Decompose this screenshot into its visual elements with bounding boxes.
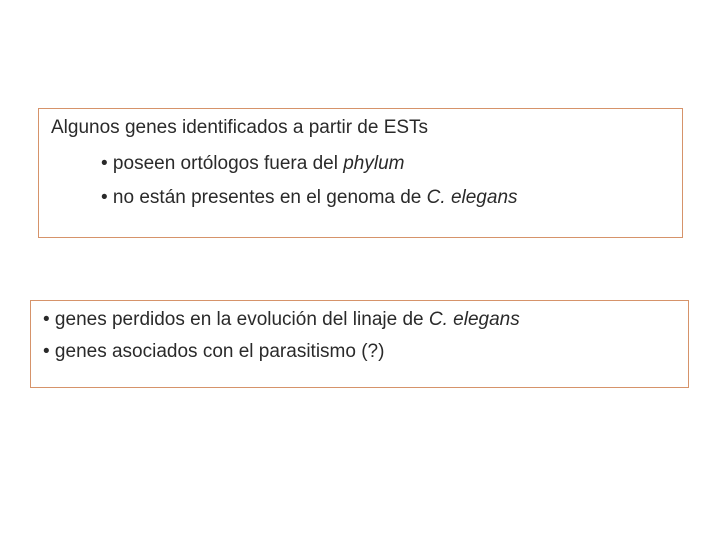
item-text-em: C. elegans [427,187,518,208]
bullet-icon: • [43,341,50,363]
box-ests: Algunos genes identificados a partir de … [38,108,683,238]
item-text-pre: no están presentes en el genoma de [108,187,427,208]
bullet-icon: • [43,309,50,331]
slide: Algunos genes identificados a partir de … [0,0,720,540]
item-text-pre: poseen ortólogos fuera del [108,153,344,174]
list-item: • no están presentes en el genoma de C. … [101,187,670,209]
item-text-pre: genes asociados con el parasitismo (?) [50,341,385,362]
bullet-icon: • [101,153,108,175]
item-text-em: phylum [343,153,404,174]
item-text-em: C. elegans [429,309,520,330]
box-ests-list: • poseen ortólogos fuera del phylum • no… [101,153,670,209]
item-text-pre: genes perdidos en la evolución del linaj… [50,309,429,330]
list-item: • genes perdidos en la evolución del lin… [43,309,676,331]
list-item: • genes asociados con el parasitismo (?) [43,341,676,363]
box-ests-title: Algunos genes identificados a partir de … [51,117,670,139]
bullet-icon: • [101,187,108,209]
box-conclusions: • genes perdidos en la evolución del lin… [30,300,689,388]
list-item: • poseen ortólogos fuera del phylum [101,153,670,175]
